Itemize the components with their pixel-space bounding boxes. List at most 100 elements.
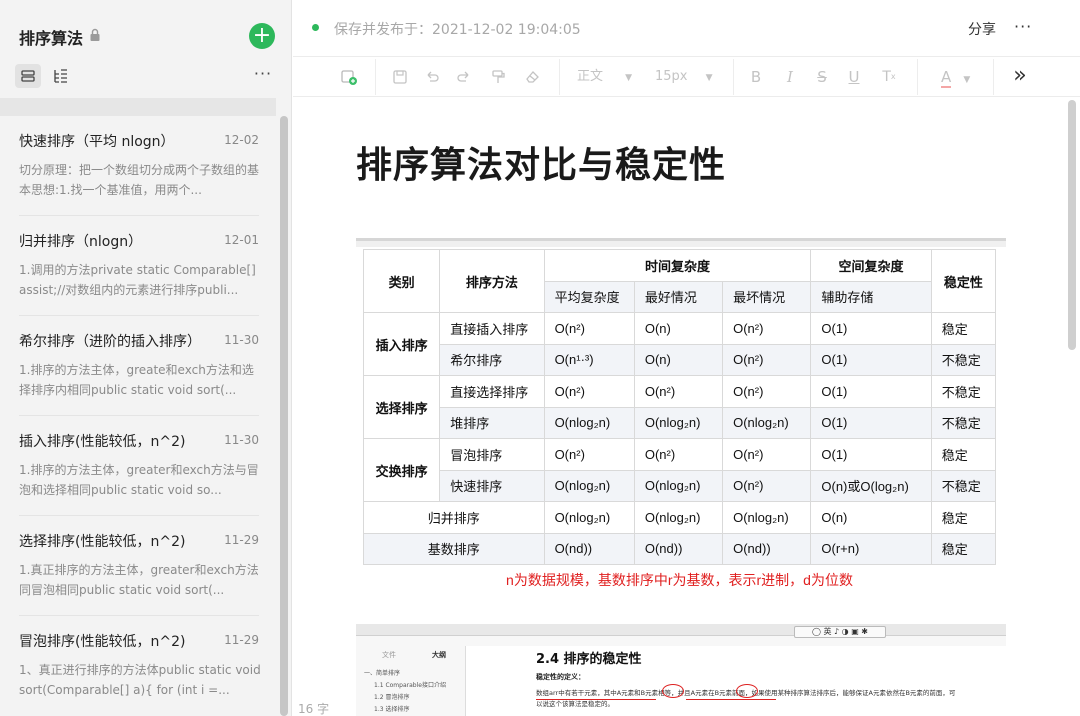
worst-cell: O(n²): [722, 469, 812, 502]
header-space: 空间复杂度: [810, 249, 932, 282]
insert-image-button[interactable]: [337, 65, 361, 89]
add-note-button[interactable]: +: [249, 23, 275, 49]
font-size-select[interactable]: 15px ▼: [655, 65, 715, 89]
avg-cell: O(n²): [543, 438, 635, 471]
sidebar-more-button[interactable]: ···: [252, 64, 274, 86]
method-cell: 基数排序: [363, 532, 545, 565]
screenshot-definition-label: 稳定性的定义：: [536, 673, 585, 681]
toolbar-separator: [733, 59, 734, 95]
redo-button[interactable]: [453, 65, 475, 89]
lock-icon: [90, 28, 100, 41]
note-summary: 1.排序的方法主体，greate和exch方法和选择排序内相同public st…: [19, 363, 254, 397]
note-summary: 1、真正进行排序的方法体public static void sort(Comp…: [19, 663, 261, 697]
red-underline-annotation: [536, 699, 656, 701]
format-painter-button[interactable]: [487, 65, 509, 89]
complexity-table-image[interactable]: 类别 排序方法 时间复杂度 空间复杂度 稳定性 平均复杂度 最好情况 最坏情况 …: [356, 238, 1006, 600]
sidebar-scrollbar[interactable]: [276, 116, 292, 716]
note-date: 11-29: [224, 633, 259, 647]
font-color-button[interactable]: A ▼: [941, 65, 977, 89]
avg-cell: O(n²): [543, 312, 635, 345]
note-date: 11-30: [224, 433, 259, 447]
note-summary: 1.排序的方法主体，greater和exch方法与冒泡和选择相同public s…: [19, 463, 259, 497]
space-cell: O(1): [810, 438, 932, 471]
screenshot-menubar: [356, 636, 1006, 646]
stability-cell: 不稳定: [930, 406, 997, 439]
expand-toolbar-button[interactable]: »: [1009, 65, 1031, 89]
sidebar-scroll-thumb[interactable]: [280, 116, 288, 716]
undo-button[interactable]: [421, 65, 443, 89]
category-cell: 交换排序: [362, 438, 441, 502]
tree-view-icon: [54, 69, 67, 83]
space-cell: O(1): [810, 312, 932, 345]
method-cell: 直接选择排序: [439, 375, 545, 408]
toolbar-separator: [993, 59, 994, 95]
stability-cell: 稳定: [930, 312, 997, 345]
table-footnote: n为数据规模，基数排序中r为基数，表示r进制，d为位数: [506, 571, 853, 588]
note-title: 冒泡排序(性能较低，n^2): [19, 634, 186, 650]
italic-button[interactable]: I: [781, 65, 799, 89]
note-item-selectionsort[interactable]: 选择排序(性能较低，n^2) 11-29 1.真正排序的方法主体，greater…: [0, 516, 276, 616]
chevron-down-icon: ▼: [705, 73, 713, 83]
save-button[interactable]: [389, 65, 411, 89]
note-summary: 切分原理：把一个数组切分成两个子数组的基本思想:1.找一个基准值，用两个...: [19, 163, 260, 197]
best-cell: O(nlog₂n): [633, 501, 724, 534]
list-top-divider: [0, 98, 276, 116]
space-cell: O(r+n): [810, 532, 932, 565]
category-cell: 选择排序: [362, 375, 441, 439]
avg-cell: O(n²): [543, 375, 635, 408]
undo-icon: [427, 71, 439, 82]
bold-button[interactable]: B: [747, 65, 765, 89]
superscript-mark: x: [890, 72, 896, 81]
tree-view-button[interactable]: [50, 64, 72, 88]
screenshot-float-toolbar: ◯ 英 ♪ ◑ ▣ ✱: [794, 626, 886, 638]
sidebar-header: 排序算法 + ···: [0, 0, 292, 110]
red-circle-annotation: [662, 684, 684, 698]
note-item-shellsort[interactable]: 希尔排序（进阶的插入排序） 11-30 1.排序的方法主体，greate和exc…: [0, 316, 276, 416]
format-toolbar: 正文 ▼ 15px ▼ B I S U Tx A ▼ »: [293, 57, 1080, 97]
toolbar-separator: [917, 59, 918, 95]
note-summary: 1.调用的方法private static Comparable[] assis…: [19, 263, 256, 297]
stability-screenshot-image[interactable]: ◯ 英 ♪ ◑ ▣ ✱ 文件 大纲 一、简单排序 1.1 Comparable接…: [356, 624, 1006, 716]
image-top-strip: [356, 241, 1006, 247]
chevron-down-icon: ▼: [625, 73, 633, 83]
note-item-insertionsort[interactable]: 插入排序(性能较低，n^2) 11-30 1.排序的方法主体，greater和e…: [0, 416, 276, 516]
header-aux: 辅助存储: [810, 280, 932, 313]
table-row: 选择排序 直接选择排序 O(n²) O(n²) O(n²) O(1) 不稳定: [362, 375, 997, 439]
note-item-quicksort[interactable]: 快速排序（平均 nlogn） 12-02 切分原理：把一个数组切分成两个子数组的…: [0, 116, 276, 216]
note-item-mergesort[interactable]: 归并排序（nlogn） 12-01 1.调用的方法private static …: [0, 216, 276, 316]
best-cell: O(n²): [633, 375, 724, 408]
save-icon: [393, 69, 407, 84]
list-view-button[interactable]: [15, 64, 41, 88]
share-button[interactable]: 分享: [968, 19, 996, 39]
document-title[interactable]: 排序算法对比与稳定性: [356, 136, 726, 188]
outline-item: 1.3 选择排序: [374, 706, 410, 713]
best-cell: O(n): [633, 312, 724, 345]
best-cell: O(n²): [633, 438, 724, 471]
stability-cell: 不稳定: [930, 469, 997, 502]
best-cell: O(nlog₂n): [633, 406, 724, 439]
worst-cell: O(nlog₂n): [722, 406, 812, 439]
editor-scroll-thumb[interactable]: [1068, 100, 1076, 350]
superscript-label: T: [882, 69, 891, 85]
paint-brush-icon: [492, 69, 505, 83]
avg-cell: O(nlog₂n): [543, 501, 635, 534]
toolbar-separator: [559, 59, 560, 95]
paragraph-style-select[interactable]: 正文 ▼: [577, 65, 637, 89]
note-list: 快速排序（平均 nlogn） 12-02 切分原理：把一个数组切分成两个子数组的…: [0, 116, 276, 716]
table-row: 交换排序 冒泡排序 O(n²) O(n²) O(n²) O(1) 稳定: [362, 438, 997, 502]
underline-button[interactable]: U: [845, 65, 863, 89]
clear-format-button[interactable]: [521, 65, 543, 89]
method-cell: 归并排序: [363, 501, 545, 534]
more-options-button[interactable]: ···: [1014, 17, 1032, 36]
chevron-down-icon: ▼: [963, 75, 971, 85]
note-item-bubblesort[interactable]: 冒泡排序(性能较低，n^2) 11-29 1、真正进行排序的方法体public …: [0, 616, 276, 716]
note-title: 希尔排序（进阶的插入排序）: [19, 334, 201, 350]
category-cell: 插入排序: [362, 312, 441, 376]
worst-cell: O(n²): [722, 343, 812, 376]
note-title: 快速排序（平均 nlogn）: [19, 134, 175, 150]
header-category: 类别: [362, 249, 441, 313]
method-cell: 希尔排序: [439, 343, 545, 376]
note-date: 12-02: [224, 133, 259, 147]
strikethrough-button[interactable]: S: [813, 65, 831, 89]
superscript-button[interactable]: Tx: [877, 65, 901, 89]
